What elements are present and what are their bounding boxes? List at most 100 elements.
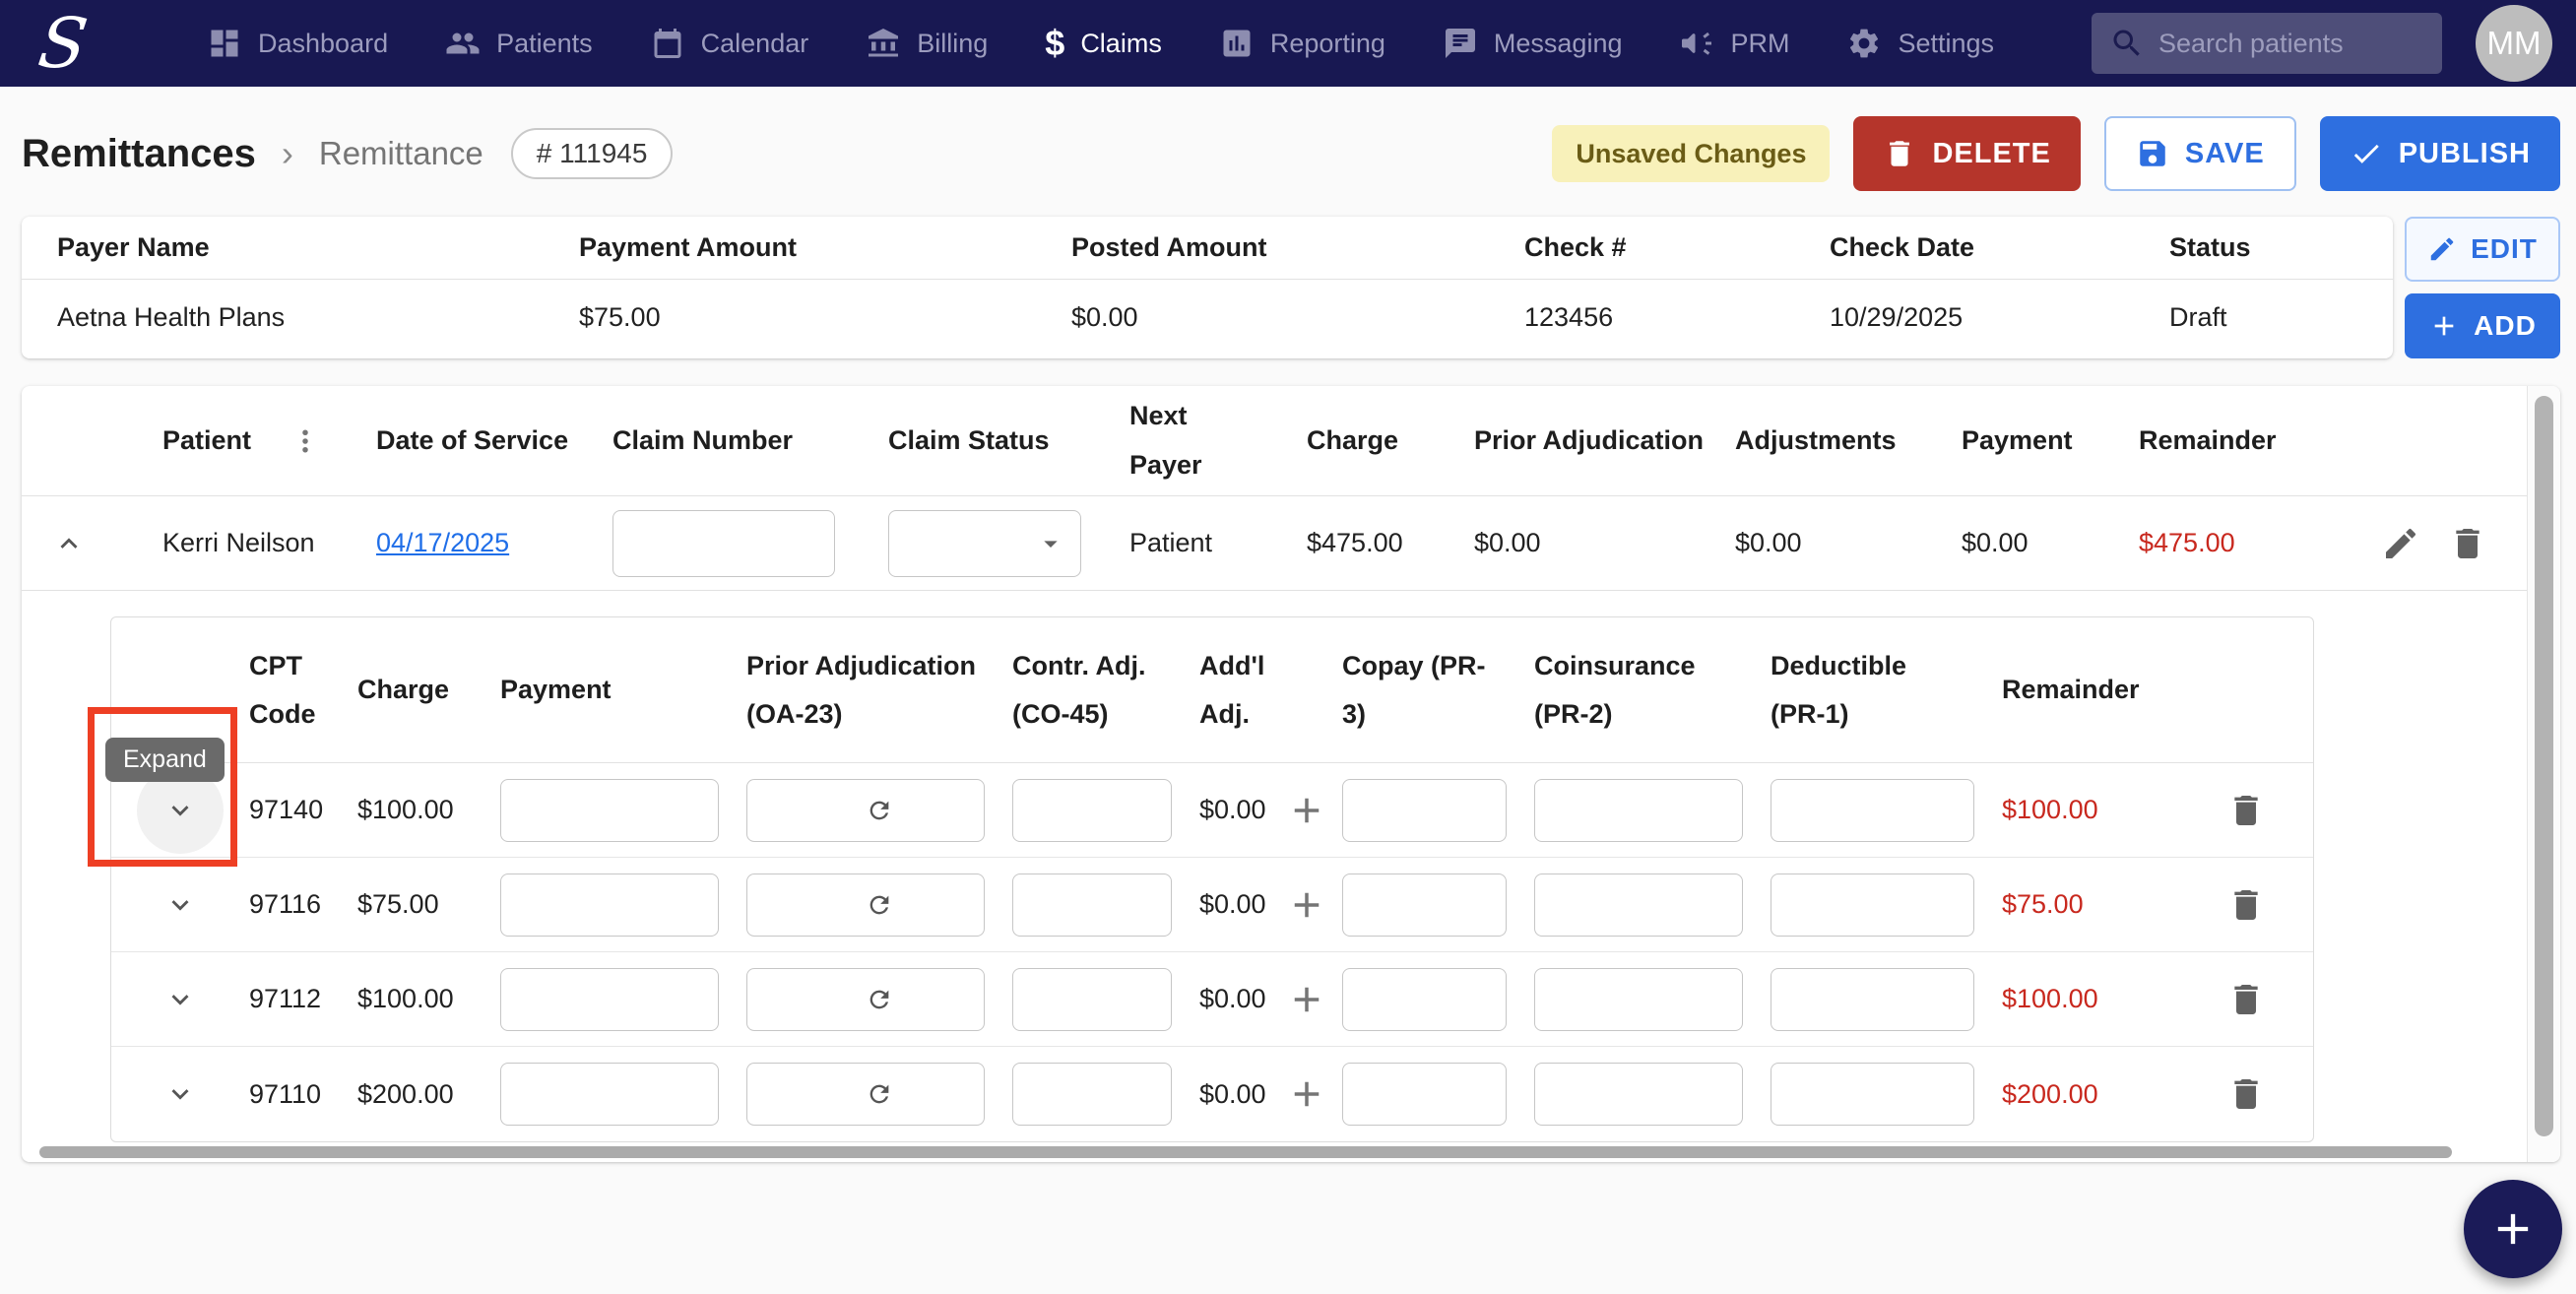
header-actions: Unsaved Changes DELETE SAVE PUBLISH — [1552, 116, 2560, 191]
refresh-button[interactable] — [866, 986, 893, 1013]
add-adjustment-button[interactable] — [1286, 884, 1327, 926]
nav-item-label: Messaging — [1493, 28, 1623, 58]
delete-service-line-button[interactable] — [2226, 885, 2266, 925]
claim-number-input[interactable] — [612, 509, 835, 577]
status-value: Draft — [2169, 301, 2227, 332]
expand-chevron-down-icon[interactable] — [163, 888, 197, 922]
deductible-input[interactable] — [1771, 873, 1974, 937]
avatar[interactable]: MM — [2476, 5, 2552, 82]
column-header-adjustments: Adjustments — [1735, 424, 1897, 455]
edit-claim-button[interactable] — [2381, 524, 2420, 563]
coinsurance-input[interactable] — [1534, 1063, 1743, 1126]
refresh-button[interactable] — [866, 1080, 893, 1108]
chat-icon — [1445, 29, 1475, 58]
bar-chart-icon — [1223, 30, 1251, 57]
nav-item-billing[interactable]: Billing — [866, 26, 988, 61]
trash-icon — [2234, 795, 2258, 825]
delete-claim-button[interactable] — [2448, 524, 2487, 563]
addl-adj-value: $0.00 — [1199, 889, 1266, 919]
add-adjustment-button[interactable] — [1286, 1073, 1327, 1115]
column-header-next-payer: Next Payer — [1129, 400, 1202, 480]
coinsurance-input[interactable] — [1534, 873, 1743, 937]
save-button[interactable]: SAVE — [2103, 116, 2296, 191]
brand-logo[interactable]: S — [33, 3, 148, 84]
vertical-scrollbar-thumb[interactable] — [2535, 396, 2553, 1136]
contr-adj-input[interactable] — [1012, 1063, 1172, 1126]
payer-side-buttons: EDIT ADD — [2405, 217, 2560, 358]
claim-status-select[interactable] — [888, 509, 1081, 577]
payment-input[interactable] — [500, 778, 719, 842]
expand-tooltip: Expand — [105, 738, 225, 782]
delete-button[interactable]: DELETE — [1853, 116, 2081, 191]
nav-item-settings[interactable]: Settings — [1846, 26, 1994, 61]
coinsurance-input[interactable] — [1534, 778, 1743, 842]
column-header-posted-amount: Posted Amount — [1071, 232, 1267, 262]
copay-input[interactable] — [1342, 778, 1507, 842]
payer-summary-row: Aetna Health Plans $75.00 $0.00 123456 1… — [22, 280, 2393, 355]
nav-item-patients[interactable]: Patients — [445, 26, 593, 61]
delete-service-line-button[interactable] — [2226, 791, 2266, 830]
contr-adj-input[interactable] — [1012, 778, 1172, 842]
nav-item-messaging[interactable]: Messaging — [1443, 26, 1623, 61]
expand-chevron-down-icon — [171, 805, 189, 816]
copay-input[interactable] — [1342, 1063, 1507, 1126]
nav-item-dashboard[interactable]: Dashboard — [207, 26, 388, 61]
copay-input[interactable] — [1342, 873, 1507, 937]
contr-adj-input[interactable] — [1012, 967, 1172, 1031]
unsaved-changes-badge: Unsaved Changes — [1552, 125, 1831, 182]
plus-icon — [1294, 798, 1319, 822]
edit-button[interactable]: EDIT — [2405, 217, 2560, 282]
fab-add-button[interactable] — [2464, 1180, 2562, 1278]
breadcrumb-remittances[interactable]: Remittances — [22, 132, 256, 176]
service-lines-card: Expand CPT Code Charge Payment Prior Adj… — [88, 616, 2314, 1142]
delete-label: DELETE — [1932, 137, 2051, 169]
claims-table: Patient Date of Service Claim Number Cla… — [22, 386, 2527, 1162]
nav-item-label: Billing — [917, 28, 989, 58]
add-adjustment-button[interactable] — [1286, 790, 1327, 831]
deductible-input[interactable] — [1771, 967, 1974, 1031]
refresh-button[interactable] — [866, 797, 893, 824]
payment-input[interactable] — [500, 873, 719, 937]
nav-item-prm[interactable]: PRM — [1679, 26, 1789, 61]
payment-input[interactable] — [500, 1063, 719, 1126]
coinsurance-input[interactable] — [1534, 967, 1743, 1031]
column-header-payment-amount: Payment Amount — [579, 232, 798, 262]
nav-item-claims[interactable]: $ Claims — [1045, 23, 1162, 64]
add-adjustment-button[interactable] — [1286, 979, 1327, 1020]
kebab-menu-icon[interactable] — [290, 426, 320, 456]
column-header-payment: Payment — [1962, 424, 2073, 455]
horizontal-scrollbar[interactable] — [39, 1146, 2491, 1158]
remainder-value: $75.00 — [2002, 889, 2084, 919]
add-button[interactable]: ADD — [2405, 293, 2560, 358]
refresh-button[interactable] — [866, 891, 893, 919]
column-header-payment: Payment — [500, 675, 612, 705]
expand-chevron-down-icon[interactable] — [163, 983, 197, 1016]
publish-button[interactable]: PUBLISH — [2319, 116, 2560, 191]
collapse-chevron-up-icon[interactable] — [52, 527, 86, 560]
trash-icon — [2234, 984, 2258, 1014]
bank-icon — [869, 29, 899, 57]
plus-icon — [1294, 987, 1319, 1011]
nav-item-reporting[interactable]: Reporting — [1219, 26, 1385, 61]
copay-input[interactable] — [1342, 967, 1507, 1031]
delete-service-line-button[interactable] — [2226, 1074, 2266, 1114]
column-header-date-of-service: Date of Service — [376, 424, 569, 455]
trash-icon — [2234, 1079, 2258, 1109]
service-line-row: 97116 $75.00 $0.00 $75.00 — [111, 858, 2313, 952]
adjustments-value: $0.00 — [1735, 528, 1802, 557]
search-input[interactable] — [2158, 28, 2424, 59]
expand-chevron-down-icon[interactable] — [163, 1077, 197, 1111]
next-payer-value: Patient — [1129, 528, 1213, 557]
deductible-input[interactable] — [1771, 1063, 1974, 1126]
horizontal-scrollbar-thumb[interactable] — [39, 1146, 2452, 1158]
delete-service-line-button[interactable] — [2226, 980, 2266, 1019]
date-of-service-link[interactable]: 04/17/2025 — [376, 528, 509, 557]
contr-adj-input[interactable] — [1012, 873, 1172, 937]
search-icon — [2113, 30, 2140, 56]
nav-item-calendar[interactable]: Calendar — [650, 26, 808, 61]
column-header-contr-adj-co45: Contr. Adj. (CO-45) — [1012, 650, 1146, 729]
addl-adj-value: $0.00 — [1199, 984, 1266, 1013]
payment-input[interactable] — [500, 967, 719, 1031]
deductible-input[interactable] — [1771, 778, 1974, 842]
vertical-scrollbar[interactable] — [2527, 386, 2560, 1162]
